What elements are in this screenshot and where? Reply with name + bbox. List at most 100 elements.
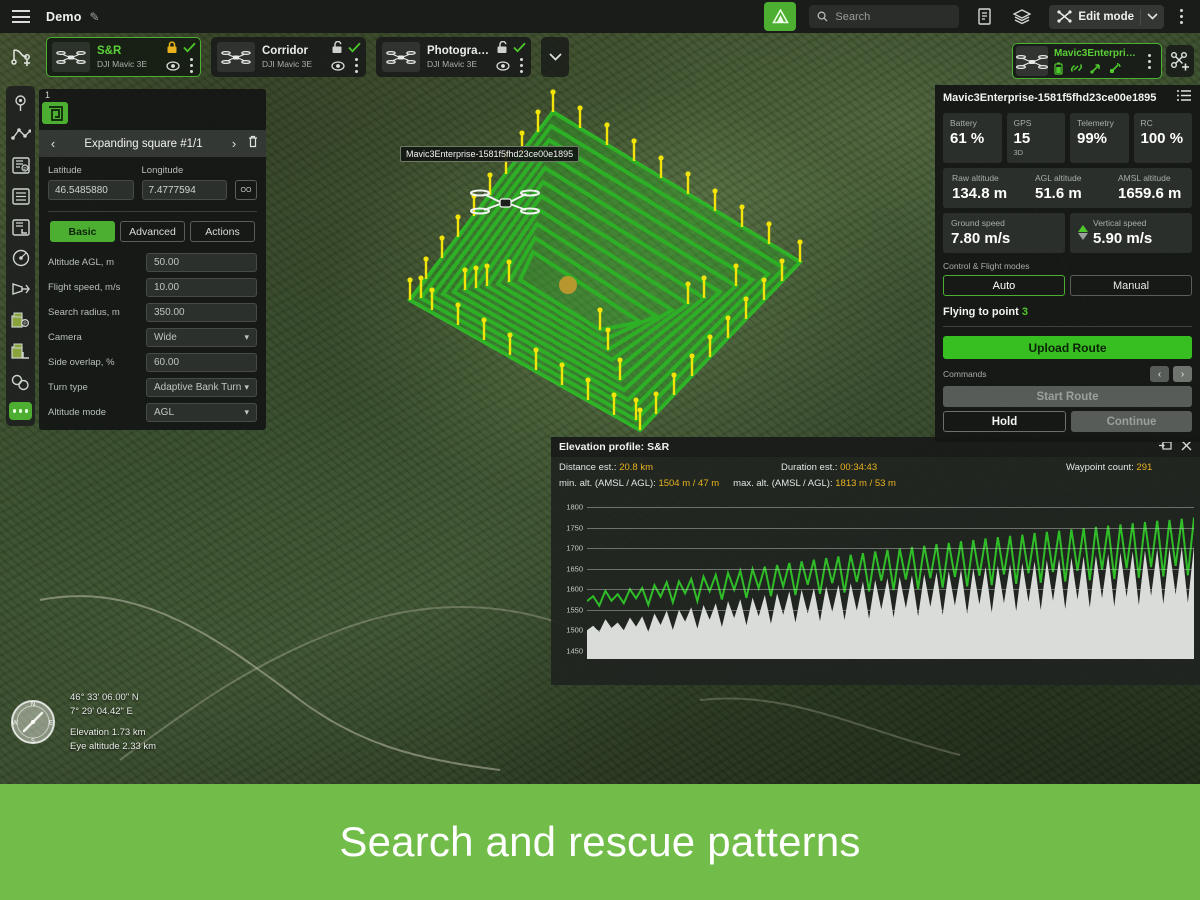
param-value[interactable]: Adaptive Bank Turn▾ — [146, 378, 257, 397]
kebab-menu-icon[interactable] — [516, 58, 526, 73]
more-dots-icon[interactable] — [9, 402, 32, 420]
elevation-chart-svg — [587, 499, 1194, 659]
mission-model: DJI Mavic 3E — [97, 59, 147, 69]
add-drone-icon[interactable] — [1166, 45, 1194, 77]
eye-icon[interactable] — [166, 61, 180, 71]
min-altitude-label: min. alt. (AMSL / AGL): — [559, 478, 656, 489]
duration-value: 00:34:43 — [840, 462, 877, 473]
mission-tab-info: S&R DJI Mavic 3E — [97, 45, 147, 69]
hamburger-icon[interactable] — [12, 10, 30, 23]
mode-manual-button[interactable]: Manual — [1070, 275, 1192, 296]
mission-tab-sr[interactable]: S&R DJI Mavic 3E — [46, 37, 201, 77]
kebab-menu-icon[interactable] — [1142, 54, 1157, 69]
drone-map-marker[interactable] — [470, 180, 540, 220]
chevron-right-icon[interactable]: › — [227, 136, 241, 151]
continue-button[interactable]: Continue — [1071, 411, 1192, 432]
param-value[interactable]: Wide▾ — [146, 328, 257, 347]
tab-basic[interactable]: Basic — [50, 221, 115, 242]
add-route-icon[interactable] — [6, 42, 36, 72]
lock-open-icon[interactable] — [331, 41, 343, 54]
ugcs-logo-icon[interactable] — [764, 2, 796, 31]
altitude-value: 134.8 m — [952, 185, 1026, 202]
check-icon[interactable] — [513, 42, 526, 53]
waypoint-number: 1 — [39, 89, 266, 102]
area-scan-icon[interactable]: P — [10, 154, 32, 176]
param-value[interactable]: 60.00 — [146, 353, 257, 372]
search-pattern-icon[interactable] — [10, 371, 32, 393]
mission-tab-photogrammetry[interactable]: Photogramm... DJI Mavic 3E — [376, 37, 531, 77]
compass-rose-icon[interactable]: N E S W — [8, 697, 58, 747]
waypoint-body: Latitude 46.5485880 Longitude 7.4777594 … — [39, 157, 266, 422]
check-icon[interactable] — [183, 42, 196, 53]
chevron-right-icon[interactable]: › — [1173, 366, 1192, 382]
divider — [1140, 9, 1141, 25]
trash-icon[interactable] — [247, 135, 259, 153]
chevron-left-icon[interactable]: ‹ — [1150, 366, 1169, 382]
elevation-plot-area[interactable] — [587, 499, 1194, 659]
mission-tabs: S&R DJI Mavic 3E Corridor DJI Mavic 3E — [0, 33, 569, 81]
waypoint-icon[interactable] — [10, 92, 32, 114]
vertical-speed-value: 5.90 m/s — [1093, 230, 1184, 247]
y-tick-label: 1650 — [566, 564, 583, 573]
param-value[interactable]: 10.00 — [146, 278, 257, 297]
search-field[interactable] — [835, 11, 945, 23]
param-value[interactable]: 50.00 — [146, 253, 257, 272]
check-icon[interactable] — [348, 42, 361, 53]
kebab-menu-icon[interactable] — [186, 58, 196, 73]
active-drone-card[interactable]: Mavic3Enterprise... — [1012, 43, 1162, 79]
chevron-down-icon — [1147, 13, 1158, 20]
altitude-label: AGL altitude — [1035, 173, 1109, 183]
facade-scan-icon[interactable] — [10, 185, 32, 207]
photogrammetry-icon[interactable]: P — [10, 309, 32, 331]
commands-label: Commands — [943, 369, 986, 379]
battery-icon — [1054, 62, 1063, 75]
vertical-speed-label: Vertical speed — [1093, 218, 1184, 228]
kebab-menu-icon[interactable] — [351, 58, 361, 73]
start-route-button[interactable]: Start Route — [943, 386, 1192, 407]
eye-icon[interactable] — [331, 61, 345, 71]
upload-route-button[interactable]: Upload Route — [943, 336, 1192, 359]
stat-label: GPS — [1014, 118, 1059, 128]
chevron-left-icon[interactable]: ‹ — [46, 136, 60, 151]
layers-icon[interactable] — [1009, 4, 1035, 30]
gridline — [587, 548, 1194, 549]
circle-icon[interactable] — [10, 247, 32, 269]
pencil-icon[interactable]: ✎ — [90, 10, 100, 24]
stat-telemetry: Telemetry 99% — [1070, 113, 1129, 163]
eye-icon[interactable] — [496, 61, 510, 71]
elevation-chart[interactable]: 14501500155016001650170017501800 — [551, 499, 1200, 677]
mission-tab-corridor[interactable]: Corridor DJI Mavic 3E — [211, 37, 366, 77]
longitude-dms: 7° 29' 04.42" E — [70, 705, 156, 719]
tab-advanced[interactable]: Advanced — [120, 221, 185, 242]
hold-continue-row: Hold Continue — [943, 411, 1192, 432]
param-label: Turn type — [48, 382, 146, 393]
edit-mode-dropdown[interactable]: Edit mode — [1049, 5, 1164, 29]
tabs-expander-button[interactable] — [541, 37, 569, 77]
param-label: Altitude mode — [48, 407, 146, 418]
y-tick-label: 1550 — [566, 605, 583, 614]
lock-open-icon[interactable] — [496, 41, 508, 54]
expanding-square-icon[interactable] — [42, 102, 68, 124]
lock-closed-icon[interactable] — [166, 41, 178, 54]
kebab-menu-icon[interactable] — [1170, 9, 1192, 24]
param-value[interactable]: AGL▾ — [146, 403, 257, 422]
speed-row: Ground speed 7.80 m/s Vertical speed 5.9… — [943, 213, 1192, 253]
linear-photogrammetry-icon[interactable] — [10, 340, 32, 362]
hold-button[interactable]: Hold — [943, 411, 1066, 432]
latitude-input[interactable]: 46.5485880 — [48, 180, 134, 200]
mission-tab-info: Photogramm... DJI Mavic 3E — [427, 45, 499, 69]
mode-auto-button[interactable]: Auto — [943, 275, 1065, 296]
document-icon[interactable] — [971, 4, 997, 30]
copy-coordinates-button[interactable]: OO — [235, 180, 257, 200]
longitude-input[interactable]: 7.4777594 — [142, 180, 228, 200]
waypoint-count-label: Waypoint count: — [1066, 462, 1134, 473]
search-input[interactable] — [809, 5, 959, 28]
polyline-icon[interactable] — [10, 123, 32, 145]
corridor-icon[interactable] — [10, 278, 32, 300]
param-label: Flight speed, m/s — [48, 282, 146, 293]
tab-actions[interactable]: Actions — [190, 221, 255, 242]
list-icon[interactable] — [1177, 89, 1192, 107]
stat-value: 15 — [1014, 130, 1059, 147]
perimeter-icon[interactable] — [10, 216, 32, 238]
param-value[interactable]: 350.00 — [146, 303, 257, 322]
